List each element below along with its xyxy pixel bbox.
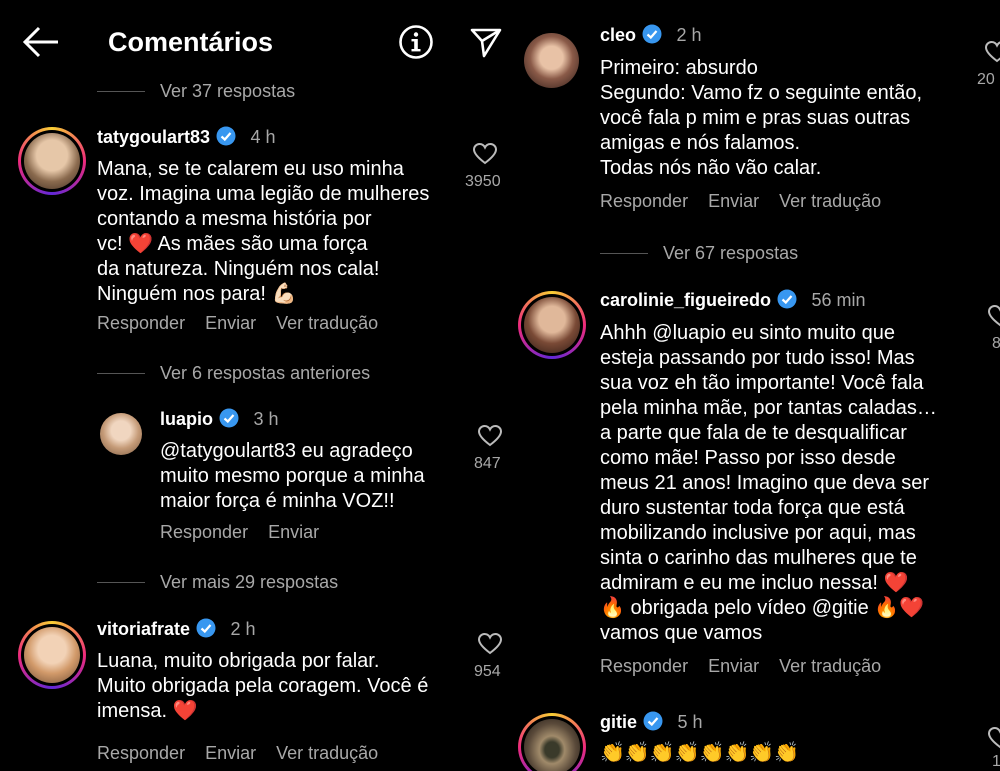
comment-text: Primeiro: absurdo Segundo: Vamo fz o seg…: [600, 57, 923, 179]
comment-text: Mana, se te calarem eu uso minha voz. Im…: [97, 158, 430, 305]
translate-button[interactable]: Ver tradução: [779, 656, 881, 676]
reply-button[interactable]: Responder: [600, 656, 688, 676]
verified-badge-icon: [642, 24, 662, 44]
username[interactable]: gitie: [600, 712, 637, 732]
timestamp: 2 h: [676, 25, 702, 45]
comment-text: Ahhh @luapio eu sinto muito que esteja p…: [600, 322, 937, 644]
timestamp: 3 h: [253, 409, 279, 429]
timestamp: 56 min: [811, 290, 866, 310]
view-replies-link[interactable]: Ver 37 respostas: [160, 81, 295, 102]
send-button[interactable]: Enviar: [205, 743, 256, 763]
replies-divider: [97, 373, 145, 374]
comment-actions: Responder Enviar Ver tradução: [600, 656, 901, 677]
verified-badge-icon: [643, 711, 663, 731]
comment-actions: Responder Enviar Ver tradução: [97, 313, 398, 334]
like-count: 847: [474, 455, 501, 472]
like-heart-icon[interactable]: [478, 633, 502, 655]
like-heart-icon[interactable]: [988, 305, 1000, 327]
avatar[interactable]: [18, 127, 86, 195]
info-button[interactable]: [398, 24, 434, 65]
comment-header: tatygoulart83 4 h: [97, 126, 276, 148]
view-more-replies-link[interactable]: Ver mais 29 respostas: [160, 572, 338, 593]
avatar[interactable]: [518, 713, 586, 771]
avatar[interactable]: [18, 621, 86, 689]
translate-button[interactable]: Ver tradução: [276, 743, 378, 763]
page-title: Comentários: [108, 27, 274, 57]
comment-header: carolinie_figueiredo 56 min: [600, 289, 866, 311]
username[interactable]: luapio: [160, 409, 213, 429]
verified-badge-icon: [216, 126, 236, 146]
like-heart-icon[interactable]: [985, 41, 1000, 63]
back-button[interactable]: [22, 26, 60, 63]
comment-text: @tatygoulart83 eu agradeço muito mesmo p…: [160, 440, 425, 512]
replies-divider: [97, 582, 145, 583]
view-previous-replies-link[interactable]: Ver 6 respostas anteriores: [160, 363, 370, 384]
like-count: 3950: [465, 173, 501, 190]
username[interactable]: vitoriafrate: [97, 619, 190, 639]
verified-badge-icon: [219, 408, 239, 428]
comment-actions: Responder Enviar Ver tradução: [600, 191, 901, 212]
verified-badge-icon: [777, 289, 797, 309]
reply-button[interactable]: Responder: [160, 522, 248, 542]
send-button[interactable]: Enviar: [708, 191, 759, 211]
like-count: 954: [474, 663, 501, 680]
send-button[interactable]: Enviar: [268, 522, 319, 542]
comment-header: luapio 3 h: [160, 408, 278, 430]
reply-button[interactable]: Responder: [600, 191, 688, 211]
like-count: 8: [992, 335, 1000, 352]
like-heart-icon[interactable]: [478, 425, 502, 447]
timestamp: 4 h: [250, 127, 276, 147]
like-heart-icon[interactable]: [473, 143, 497, 165]
username[interactable]: carolinie_figueiredo: [600, 290, 771, 310]
username[interactable]: cleo: [600, 25, 636, 45]
send-button[interactable]: Enviar: [708, 656, 759, 676]
info-icon: [399, 25, 433, 59]
verified-badge-icon: [196, 618, 216, 638]
timestamp: 2 h: [230, 619, 256, 639]
send-button[interactable]: Enviar: [205, 313, 256, 333]
username[interactable]: tatygoulart83: [97, 127, 210, 147]
avatar[interactable]: [518, 291, 586, 359]
translate-button[interactable]: Ver tradução: [276, 313, 378, 333]
replies-divider: [97, 91, 145, 92]
like-heart-icon[interactable]: [988, 727, 1000, 749]
comment-header: vitoriafrate 2 h: [97, 618, 256, 640]
replies-divider: [600, 253, 648, 254]
avatar[interactable]: [524, 33, 579, 88]
send-icon: [470, 28, 502, 58]
comment-actions: Responder Enviar Ver tradução: [97, 743, 398, 764]
comment-header: cleo 2 h: [600, 24, 702, 46]
reply-button[interactable]: Responder: [97, 313, 185, 333]
like-count: 20: [977, 71, 995, 88]
comment-actions: Responder Enviar: [160, 522, 339, 543]
view-replies-link[interactable]: Ver 67 respostas: [663, 243, 798, 264]
share-button[interactable]: [468, 24, 504, 65]
comment-header: gitie 5 h: [600, 711, 703, 733]
comment-text: Luana, muito obrigada por falar. Muito o…: [97, 650, 429, 722]
left-comments-panel: Comentários Ver 37 respostas tatygoulart…: [0, 0, 510, 771]
reply-button[interactable]: Responder: [97, 743, 185, 763]
avatar[interactable]: [100, 413, 142, 455]
translate-button[interactable]: Ver tradução: [779, 191, 881, 211]
right-comments-panel: cleo 2 h Primeiro: absurdo Segundo: Vamo…: [510, 0, 1000, 771]
comment-text: 👏👏👏👏👏👏👏👏: [600, 742, 800, 764]
back-arrow-icon: [22, 26, 58, 58]
like-count: 1: [992, 753, 1000, 770]
timestamp: 5 h: [677, 712, 703, 732]
